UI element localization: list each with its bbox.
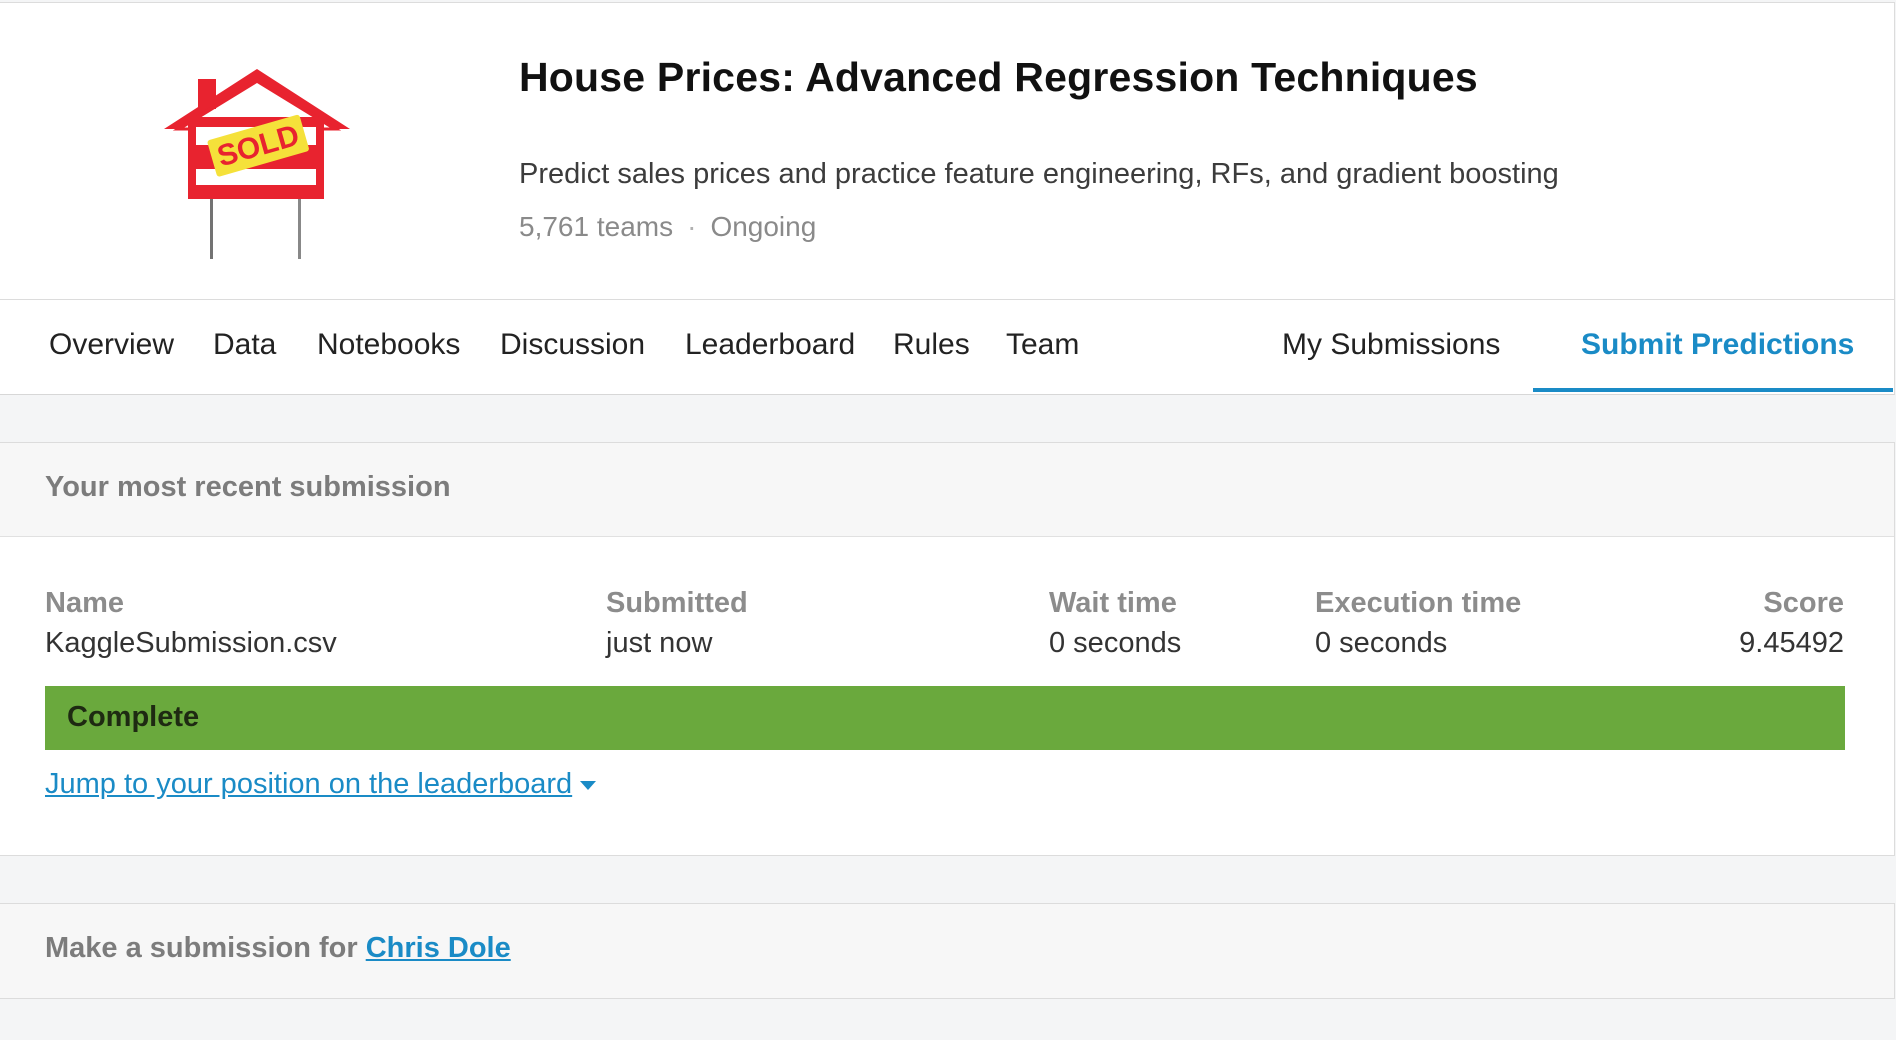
col-label-score: Score [1763, 587, 1844, 619]
competition-title: House Prices: Advanced Regression Techni… [519, 54, 1478, 100]
tab-team[interactable]: Team [1006, 328, 1079, 362]
recent-submission-title: Your most recent submission [45, 471, 451, 503]
jump-to-leaderboard-link[interactable]: Jump to your position on the leaderboard [45, 768, 597, 801]
team-user-link[interactable]: Chris Dole [366, 932, 511, 964]
col-label-execution-time: Execution time [1315, 587, 1522, 619]
tab-my-submissions[interactable]: My Submissions [1282, 328, 1500, 362]
submission-filename: KaggleSubmission.csv [45, 627, 337, 659]
active-tab-indicator [1533, 388, 1893, 392]
caret-down-icon [580, 780, 597, 790]
make-submission-prefix: Make a submission for [45, 932, 366, 964]
competition-meta: 5,761 teams · Ongoing [519, 211, 816, 243]
meta-separator: · [687, 211, 697, 242]
page: SOLD House Prices: Advanced Regression T… [0, 0, 1896, 1040]
execution-time-value: 0 seconds [1315, 627, 1448, 659]
wait-time-value: 0 seconds [1049, 627, 1182, 659]
score-value: 9.45492 [1739, 627, 1844, 659]
recent-submission-header: Your most recent submission [0, 443, 1894, 537]
tab-discussion[interactable]: Discussion [500, 328, 645, 362]
recent-submission-card: Your most recent submission Name Submitt… [0, 442, 1895, 856]
make-submission-card: Make a submission for Chris Dole [0, 903, 1895, 999]
tab-data[interactable]: Data [213, 328, 276, 362]
jump-link-label: Jump to your position on the leaderboard [45, 768, 573, 800]
competition-status: Ongoing [710, 211, 817, 242]
tab-bar: Overview Data Notebooks Discussion Leade… [0, 300, 1895, 395]
status-text: Complete [67, 701, 200, 733]
col-label-wait-time: Wait time [1049, 587, 1177, 619]
submission-time: just now [606, 627, 713, 659]
make-submission-text: Make a submission for Chris Dole [45, 932, 511, 965]
tab-leaderboard[interactable]: Leaderboard [685, 328, 855, 362]
tab-submit-predictions[interactable]: Submit Predictions [1581, 328, 1854, 362]
sold-house-sign-icon: SOLD [164, 69, 350, 259]
status-banner: Complete [45, 686, 1845, 750]
competition-header: SOLD House Prices: Advanced Regression T… [0, 2, 1895, 300]
tab-notebooks[interactable]: Notebooks [317, 328, 460, 362]
competition-subtitle: Predict sales prices and practice featur… [519, 158, 1559, 190]
tab-overview[interactable]: Overview [49, 328, 174, 362]
col-label-submitted: Submitted [606, 587, 748, 619]
team-count: 5,761 teams [519, 211, 674, 242]
col-label-name: Name [45, 587, 124, 619]
tab-rules[interactable]: Rules [893, 328, 970, 362]
